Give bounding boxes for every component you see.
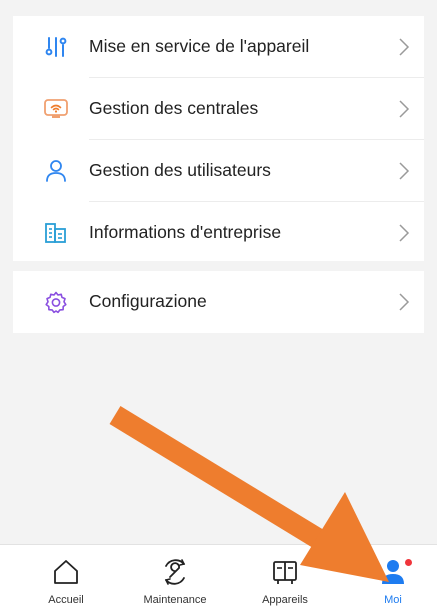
menu-item-label: Informations d'entreprise [89,222,282,242]
tab-appareils[interactable]: Appareils [235,545,335,608]
gear-icon [43,289,69,315]
tab-label: Accueil [48,594,84,606]
tab-moi[interactable]: Moi [343,545,437,608]
tab-label: Maintenance [143,594,207,606]
home-icon [54,560,78,584]
notification-badge [405,559,412,566]
chevron-right-icon [399,223,410,242]
tab-maintenance[interactable]: Maintenance [125,545,225,608]
screen: Mise en service de l'appareil Gestion de… [0,0,437,608]
chevron-right-icon [399,161,410,180]
menu-item-user-management[interactable]: Gestion des utilisateurs [13,140,424,201]
menu-item-company-info[interactable]: Informations d'entreprise [13,202,424,263]
menu-item-device-commissioning[interactable]: Mise en service de l'appareil [13,16,424,77]
menu-item-label: Gestion des utilisateurs [89,160,271,180]
wrench-icon [164,559,186,585]
tab-label: Moi [384,594,402,606]
sliders-icon [43,34,69,60]
tab-accueil[interactable]: Accueil [16,545,116,608]
settings-card-config: Configurazione [13,271,424,333]
chevron-right-icon [399,292,410,311]
user-icon [43,158,69,184]
wifi-panel-icon [43,96,69,122]
devices-icon [273,561,297,584]
settings-card-main: Mise en service de l'appareil Gestion de… [13,16,424,261]
bottom-tab-bar: Accueil Maintenance Appareils Moi [0,544,437,608]
chevron-right-icon [399,37,410,56]
menu-item-label: Configurazione [89,291,207,311]
menu-item-panel-management[interactable]: Gestion des centrales [13,78,424,139]
tab-label: Appareils [262,594,308,606]
menu-item-configuration[interactable]: Configurazione [13,271,424,332]
menu-item-label: Gestion des centrales [89,98,259,118]
chevron-right-icon [399,99,410,118]
person-icon [382,560,404,584]
building-icon [43,220,69,246]
menu-item-label: Mise en service de l'appareil [89,36,310,56]
